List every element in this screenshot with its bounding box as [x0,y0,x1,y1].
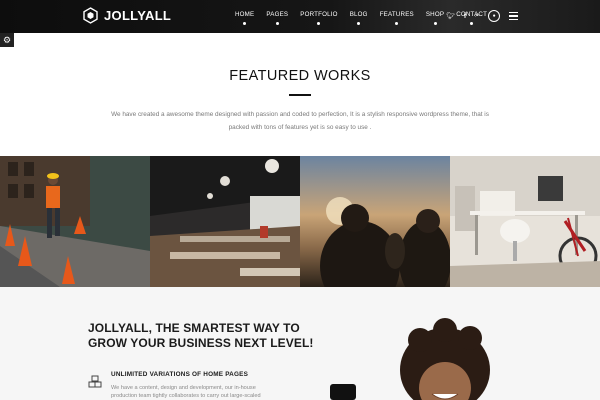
nav-pages[interactable]: PAGES [260,11,294,25]
logo-text: JOLLYALL [104,8,172,23]
title-divider [289,94,311,96]
section-intro: We have created a awesome theme designed… [111,111,489,131]
nav-features[interactable]: FEATURES [374,11,420,25]
menu-icon[interactable] [509,11,519,21]
twitter-icon[interactable]: 🐦︎ [446,12,455,20]
site-logo[interactable]: JOLLYALL [83,7,171,24]
feature-description: We have a content, design and developmen… [111,385,261,399]
section-title: FEATURED WORKS [229,68,371,84]
portfolio-gallery [0,156,600,287]
office-image [450,156,600,287]
feature-title: UNLIMITED VARIATIONS OF HOME PAGES [111,371,249,378]
facebook-icon[interactable]: f [464,13,466,20]
cart-icon[interactable]: ● [488,10,501,22]
sunset-image [300,156,450,287]
construction-worker-photo[interactable] [0,156,150,287]
cubes-icon [88,375,102,388]
office-desk-bicycle-photo[interactable] [450,156,600,287]
restaurant-image [150,156,300,287]
top-navbar: JOLLYALL HOME PAGES PORTFOLIO BLOG FEATU… [0,0,600,33]
restaurant-interior-photo[interactable] [150,156,300,287]
nav-home[interactable]: HOME [229,11,260,25]
gear-icon[interactable]: ⚙ [0,33,14,47]
nav-blog[interactable]: BLOG [344,11,374,25]
header-icons: 🐦︎ f ⌕ ● [446,10,519,22]
nav-portfolio[interactable]: PORTFOLIO [294,11,343,25]
search-icon[interactable]: ⌕ [475,12,479,20]
smiling-man-photo [330,318,490,400]
construction-image [0,156,150,287]
promo-headline: JOLLYALL, THE SMARTEST WAY TO GROW YOUR … [88,321,314,350]
sunset-group-photo[interactable] [300,156,450,287]
hexagon-logo-icon [83,7,98,24]
